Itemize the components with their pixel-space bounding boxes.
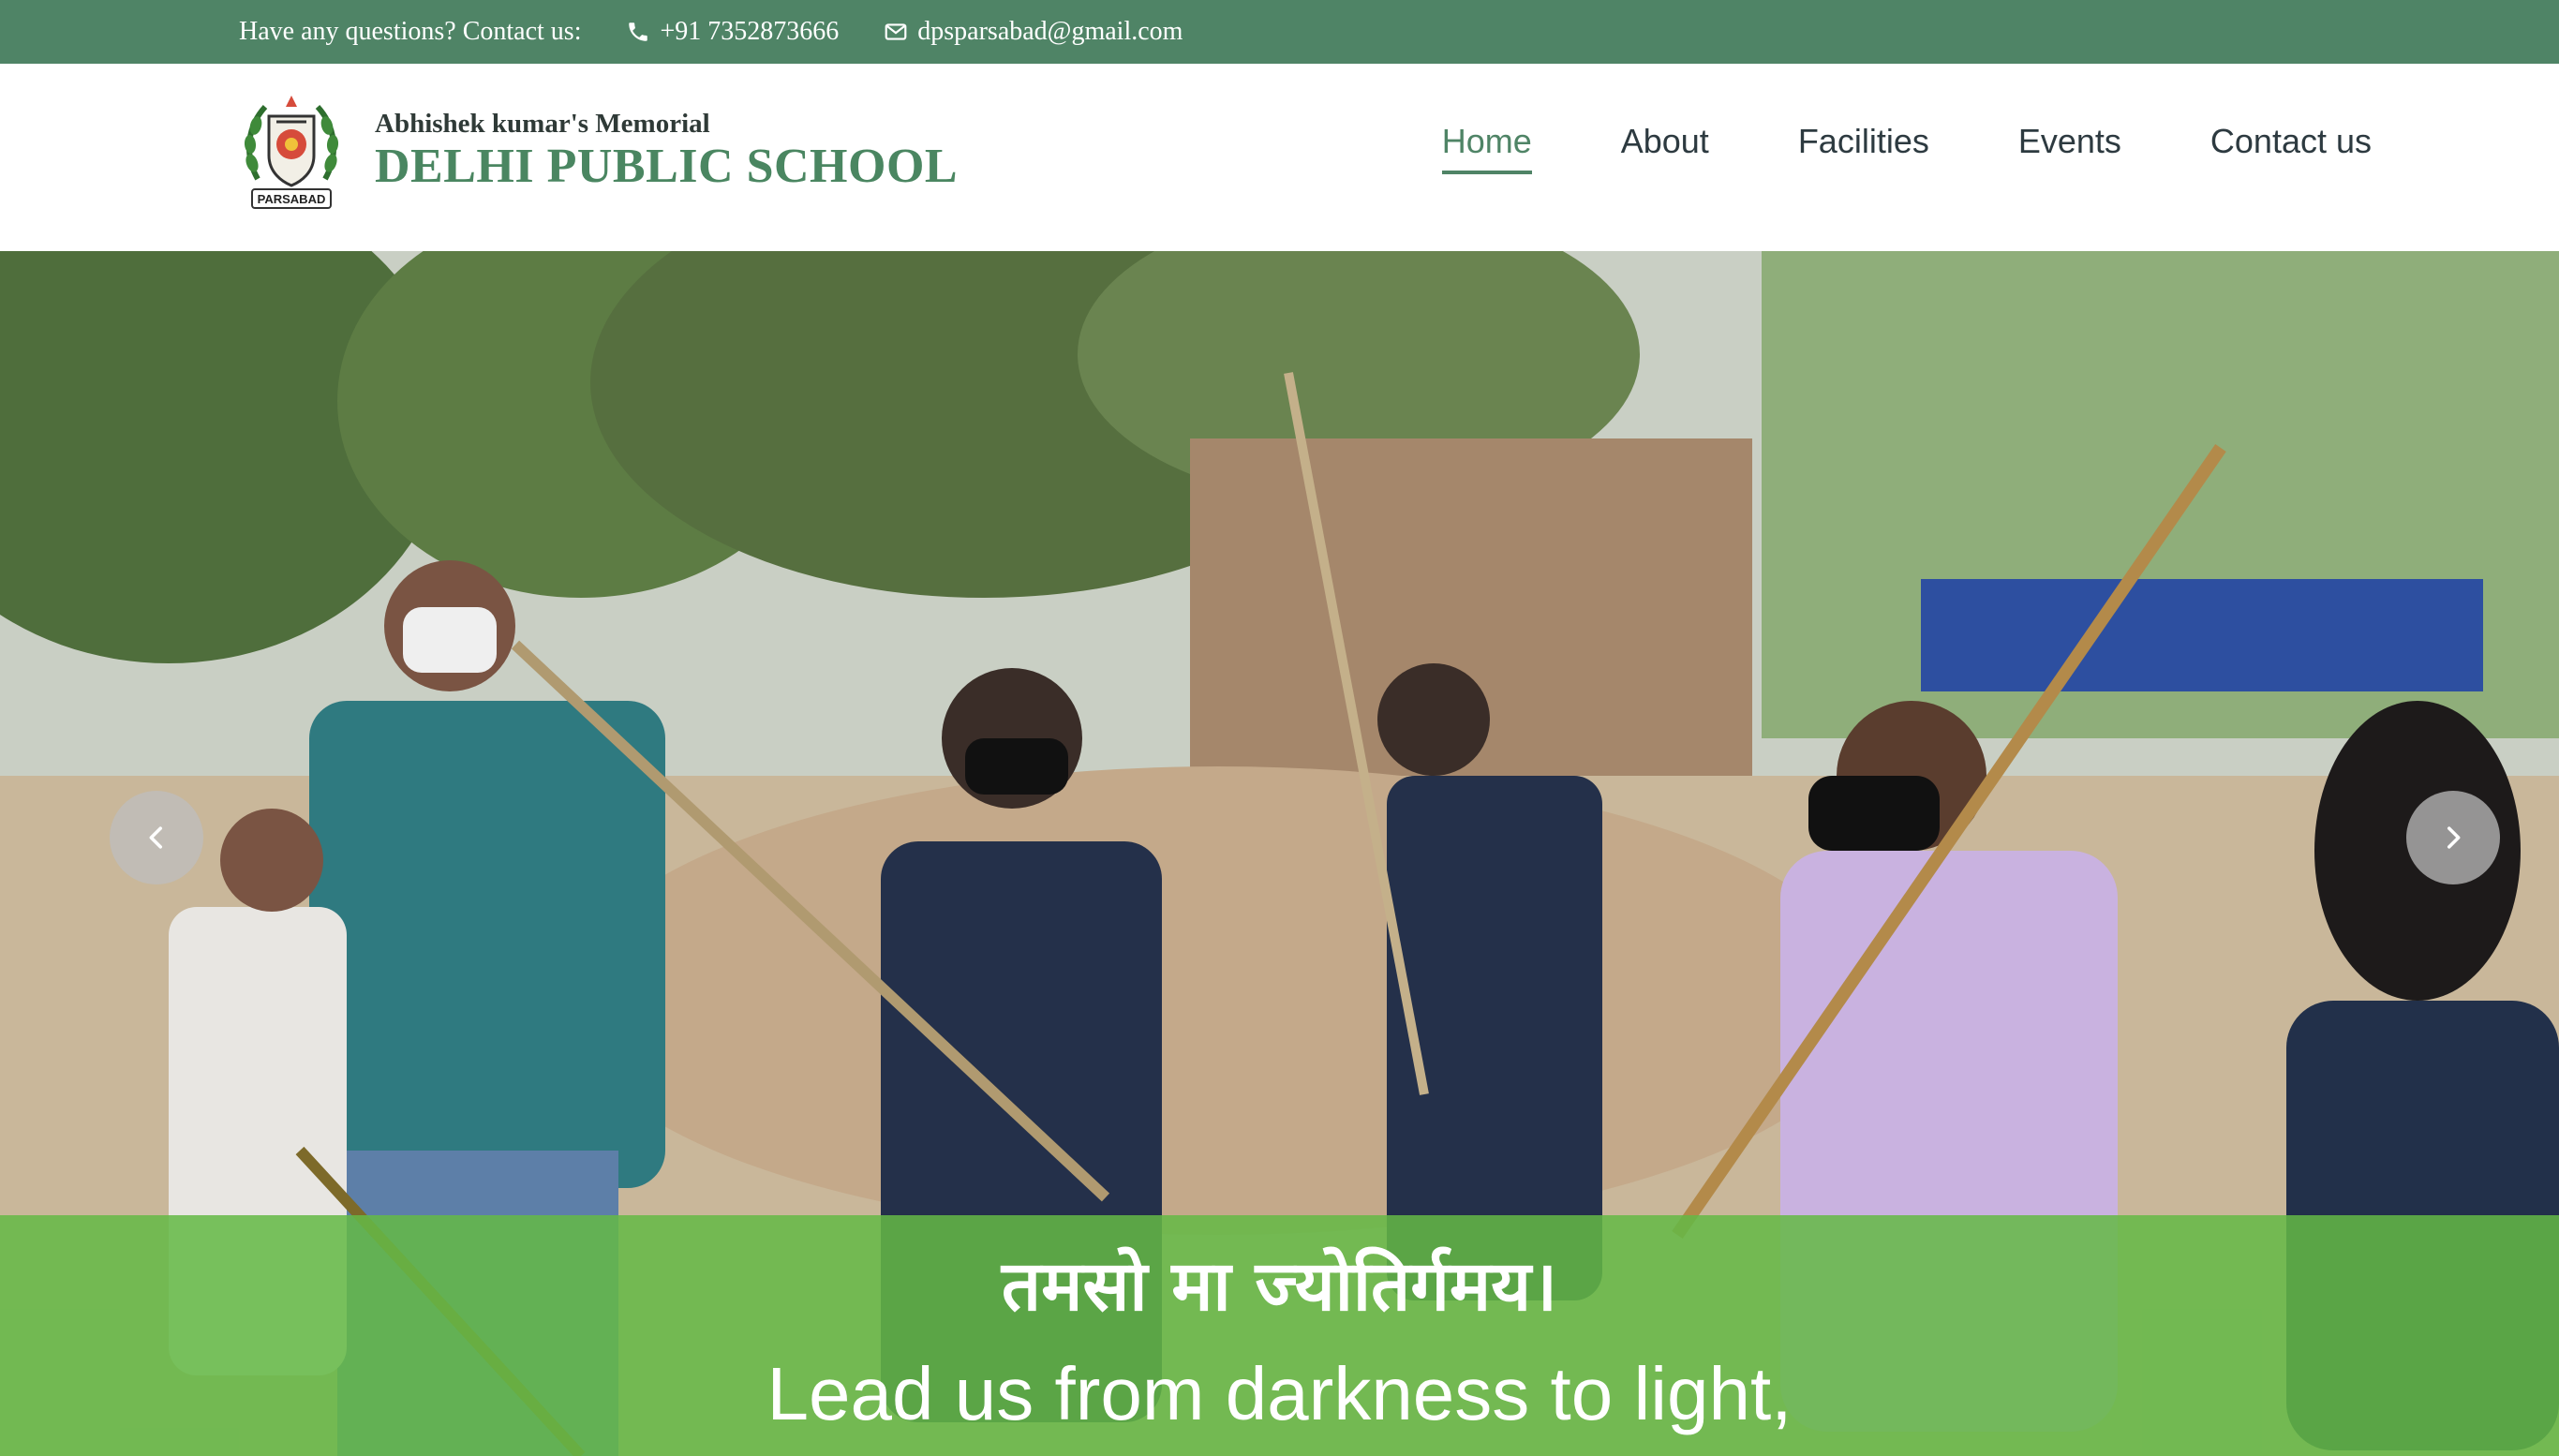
contact-question-text: Have any questions? Contact us: [239, 17, 582, 46]
main-nav: Home About Facilities Events Contact us [1353, 122, 2372, 174]
phone-number: +91 7352873666 [660, 17, 840, 46]
nav-contact-us[interactable]: Contact us [2210, 122, 2372, 174]
brand-title[interactable]: DELHI PUBLIC SCHOOL [375, 139, 958, 194]
contact-phone[interactable]: +91 7352873666 [626, 17, 839, 47]
chevron-left-icon [149, 826, 163, 849]
hero-carousel: तमसो मा ज्योतिर्गमय। Lead us from darkne… [0, 251, 2559, 1456]
nav-facilities[interactable]: Facilities [1798, 122, 1929, 174]
chevron-right-icon [2447, 826, 2461, 849]
caption-english: Lead us from darkness to light, [766, 1352, 1793, 1435]
top-contact-bar: Have any questions? Contact us: +91 7352… [0, 0, 2559, 64]
logo-text: PARSABAD [258, 192, 326, 206]
brand-subtitle: Abhishek kumar's Memorial [375, 109, 710, 139]
carousel-prev-button[interactable] [110, 791, 203, 884]
site-header: PARSABAD Abhishek kumar's Memorial DELHI… [0, 64, 2559, 251]
phone-icon [626, 20, 650, 44]
nav-about[interactable]: About [1621, 122, 1709, 174]
contact-question: Have any questions? Contact us: [239, 17, 581, 47]
envelope-icon [884, 20, 908, 44]
nav-events[interactable]: Events [2018, 122, 2121, 174]
hero-caption: तमसो मा ज्योतिर्गमय। Lead us from darkne… [0, 1215, 2559, 1456]
contact-email[interactable]: dpsparsabad@gmail.com [884, 17, 1183, 47]
school-logo[interactable]: PARSABAD [239, 90, 344, 214]
email-address: dpsparsabad@gmail.com [917, 17, 1183, 46]
nav-home[interactable]: Home [1441, 122, 1532, 174]
carousel-next-button[interactable] [2406, 791, 2500, 884]
caption-sanskrit: तमसो मा ज्योतिर्गमय। [1001, 1246, 1558, 1327]
